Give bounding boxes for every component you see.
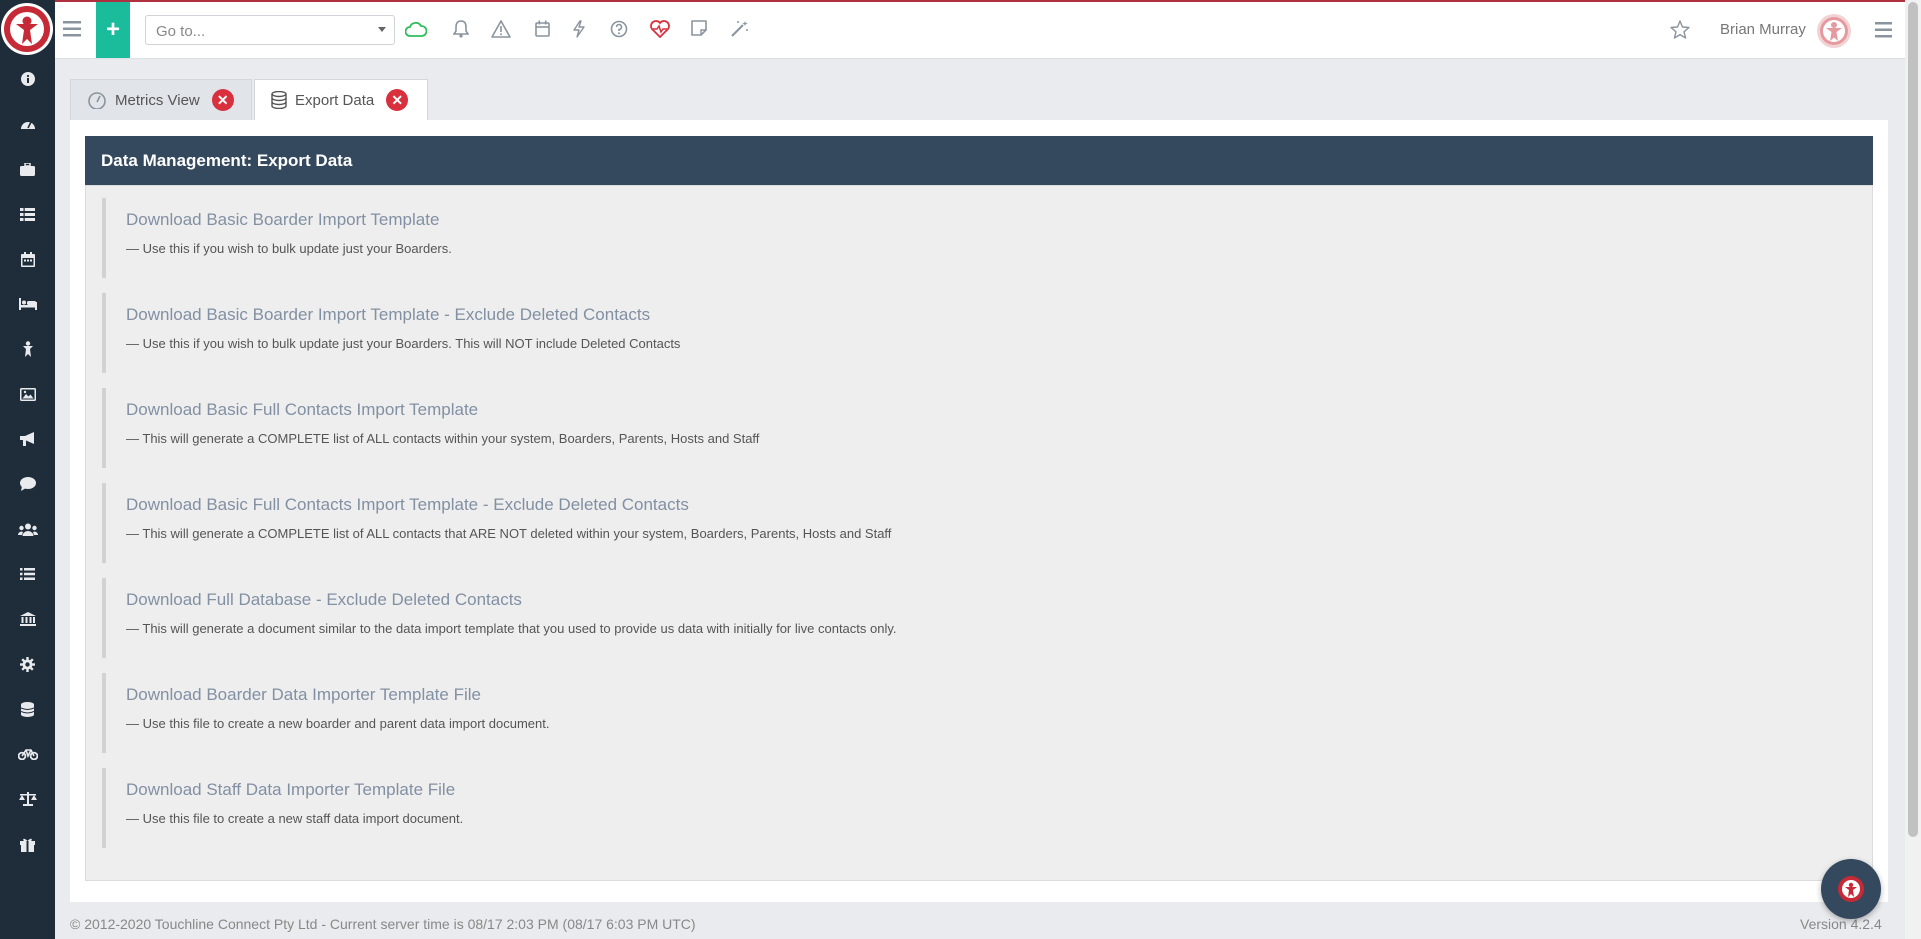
- download-link[interactable]: Download Basic Boarder Import Template: [126, 210, 1802, 230]
- item-description: — Use this if you wish to bulk update ju…: [126, 336, 681, 351]
- download-link[interactable]: Download Staff Data Importer Template Fi…: [126, 780, 1802, 800]
- heartbeat-icon[interactable]: [650, 20, 670, 43]
- download-link[interactable]: Download Basic Boarder Import Template -…: [126, 305, 1802, 325]
- list-item: Download Full Database - Exclude Deleted…: [102, 578, 1802, 658]
- tab-metrics-view[interactable]: Metrics View ✕: [70, 79, 252, 120]
- top-header: + Brian Murray: [55, 2, 1905, 59]
- list-item: Download Basic Boarder Import Template -…: [102, 293, 1802, 373]
- magic-wand-icon[interactable]: [730, 20, 749, 43]
- help-icon[interactable]: [610, 20, 628, 43]
- chat-icon[interactable]: [0, 469, 55, 499]
- panel-title: Data Management: Export Data: [85, 136, 1873, 185]
- plus-icon: +: [105, 16, 120, 43]
- database-icon: [271, 91, 287, 109]
- gear-icon[interactable]: [0, 649, 55, 679]
- scrollbar-thumb[interactable]: [1908, 2, 1918, 837]
- list-item: Download Basic Full Contacts Import Temp…: [102, 388, 1802, 468]
- download-link[interactable]: Download Boarder Data Importer Template …: [126, 685, 1802, 705]
- info-icon[interactable]: [0, 64, 55, 94]
- brand-icon: [1838, 876, 1864, 902]
- person-icon[interactable]: [0, 334, 55, 364]
- goto-input[interactable]: [154, 22, 368, 41]
- close-icon[interactable]: ✕: [211, 89, 234, 111]
- item-description: — This will generate a COMPLETE list of …: [126, 431, 760, 446]
- avatar[interactable]: [1817, 14, 1851, 48]
- calendar-icon[interactable]: [535, 20, 550, 42]
- download-link[interactable]: Download Basic Full Contacts Import Temp…: [126, 400, 1802, 420]
- download-list: Download Basic Boarder Import Template —…: [85, 185, 1873, 881]
- menu-icon[interactable]: [63, 21, 81, 42]
- tab-label: Export Data: [295, 91, 375, 109]
- users-icon[interactable]: [0, 514, 55, 544]
- download-link[interactable]: Download Basic Full Contacts Import Temp…: [126, 495, 1802, 515]
- gift-icon[interactable]: [0, 829, 55, 859]
- dashboard-icon[interactable]: [0, 109, 55, 139]
- item-description: — Use this if you wish to bulk update ju…: [126, 241, 452, 256]
- tab-export-data[interactable]: Export Data ✕: [254, 79, 428, 120]
- goto-select[interactable]: [145, 15, 395, 45]
- bell-icon[interactable]: [452, 20, 470, 43]
- list-item: Download Staff Data Importer Template Fi…: [102, 768, 1802, 848]
- cloud-icon[interactable]: [404, 21, 428, 42]
- scales-icon[interactable]: [0, 784, 55, 814]
- list-item: Download Basic Boarder Import Template —…: [102, 198, 1802, 278]
- list-item: Download Basic Full Contacts Import Temp…: [102, 483, 1802, 563]
- bolt-icon[interactable]: [573, 20, 585, 43]
- close-icon[interactable]: ✕: [386, 89, 409, 111]
- star-icon[interactable]: [1670, 20, 1690, 44]
- megaphone-icon[interactable]: [0, 424, 55, 454]
- logo[interactable]: [1, 3, 53, 55]
- chevron-down-icon: [378, 27, 386, 32]
- list-table-icon[interactable]: [0, 199, 55, 229]
- warning-icon[interactable]: [491, 20, 511, 43]
- note-icon[interactable]: [691, 20, 707, 41]
- image-icon[interactable]: [0, 379, 55, 409]
- page-scrollbar[interactable]: [1905, 0, 1921, 939]
- help-chat-button[interactable]: [1821, 859, 1881, 919]
- item-description: — Use this file to create a new staff da…: [126, 811, 464, 826]
- right-menu-icon[interactable]: [1875, 22, 1892, 43]
- bed-icon[interactable]: [0, 289, 55, 319]
- bicycle-icon[interactable]: [0, 739, 55, 769]
- gauge-icon: [87, 91, 107, 109]
- sidebar: [0, 0, 55, 939]
- user-name[interactable]: Brian Murray: [1720, 21, 1806, 38]
- calendar-icon[interactable]: [0, 244, 55, 274]
- download-link[interactable]: Download Full Database - Exclude Deleted…: [126, 590, 1802, 610]
- footer-version: Version 4.2.4: [1800, 916, 1882, 932]
- item-description: — Use this file to create a new boarder …: [126, 716, 550, 731]
- list-icon[interactable]: [0, 559, 55, 589]
- main-content: Data Management: Export Data Download Ba…: [70, 120, 1888, 902]
- item-description: — This will generate a document similar …: [126, 621, 897, 636]
- database-icon[interactable]: [0, 694, 55, 724]
- tab-label: Metrics View: [115, 91, 200, 109]
- bank-icon[interactable]: [0, 604, 55, 634]
- briefcase-icon[interactable]: [0, 154, 55, 184]
- list-item: Download Boarder Data Importer Template …: [102, 673, 1802, 753]
- add-button[interactable]: +: [96, 2, 130, 58]
- footer-copyright: © 2012-2020 Touchline Connect Pty Ltd - …: [70, 916, 696, 932]
- item-description: — This will generate a COMPLETE list of …: [126, 526, 892, 541]
